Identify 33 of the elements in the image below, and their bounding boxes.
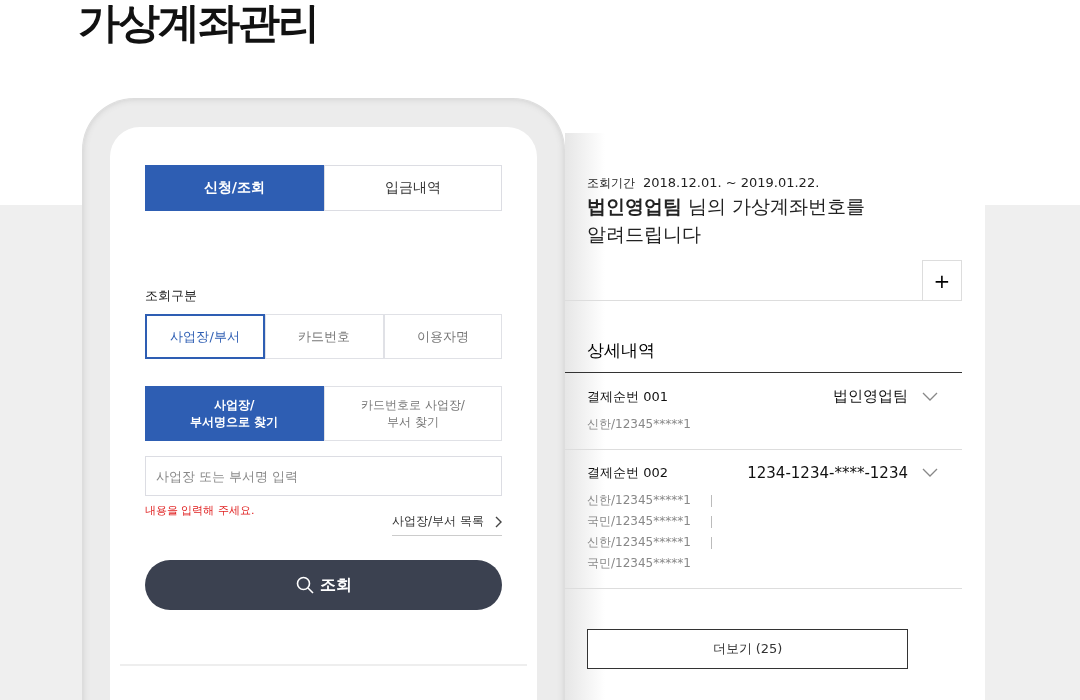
chevron-down-icon[interactable] [922, 468, 938, 478]
account-text: 신한/12345*****1 [587, 534, 692, 551]
list-link[interactable]: 사업장/부서 목록 [392, 513, 502, 536]
search-mode-tab[interactable]: 사업장/ 부서명으로 찾기 [145, 386, 324, 441]
search-button[interactable]: 조회 [145, 560, 502, 610]
category-option[interactable]: 카드번호 [265, 314, 384, 359]
category-option[interactable]: 이용자명 [383, 314, 502, 359]
search-field[interactable]: 사업장 또는 부서명 입력 [145, 456, 502, 496]
message-text: 알려드립니다 [587, 222, 702, 247]
search-mode-tab[interactable]: 카드번호로 사업장/ 부서 찾기 [323, 386, 502, 441]
search-icon [295, 576, 314, 594]
error-message: 내용을 입력해 주세요. [145, 503, 255, 518]
item-value: 1234-1234-****-1234 [747, 464, 908, 482]
account-text: 신한/12345*****1 [587, 416, 692, 433]
period-label: 조회기간 [587, 175, 635, 192]
category-label: 조회구분 [145, 287, 198, 305]
item-label: 결제순번 001 [587, 387, 669, 406]
account-text: 국민/12345*****1 [587, 513, 692, 530]
page-title: 가상계좌관리 [77, 0, 319, 49]
period-value: 2018.12.01. ~ 2019.01.22. [643, 175, 820, 190]
message-text: 법인영업팀 님의 가상계좌번호를 [587, 194, 867, 219]
category-option[interactable]: 사업장/부서 [145, 314, 266, 359]
chevron-right-icon [494, 515, 502, 528]
account-text: 국민/12345*****1 [587, 555, 692, 572]
account-text: 신한/12345*****1 [587, 492, 692, 509]
more-button[interactable]: 더보기 (25) [587, 629, 908, 669]
tab[interactable]: 입금내역 [323, 165, 502, 211]
expand-button[interactable]: + [922, 260, 962, 300]
detail-title: 상세내역 [565, 339, 962, 373]
item-value: 법인영업팀 [833, 387, 908, 406]
tab[interactable]: 신청/조회 [145, 165, 324, 211]
item-label: 결제순번 002 [587, 464, 669, 482]
chevron-down-icon[interactable] [922, 391, 938, 402]
